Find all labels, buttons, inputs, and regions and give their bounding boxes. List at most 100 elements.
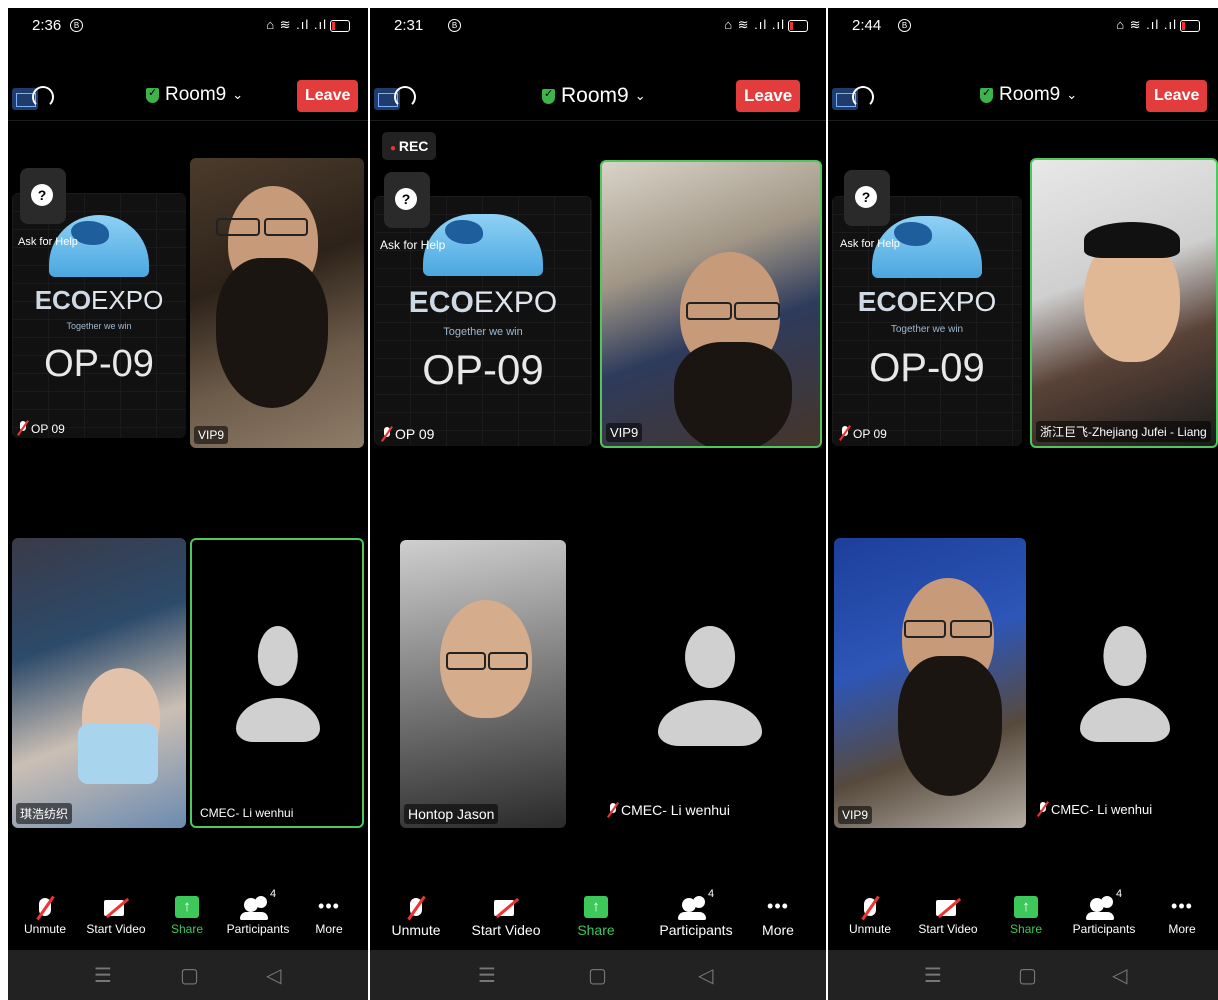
glasses — [686, 302, 732, 320]
menu-icon[interactable]: ☰ — [94, 963, 112, 988]
video-tile-hontop-jason[interactable]: Hontop Jason — [400, 540, 566, 828]
op-code: OP-09 — [422, 346, 544, 393]
participants-count: 4 — [270, 888, 277, 900]
menu-icon[interactable]: ☰ — [478, 963, 496, 988]
status-bar: 2:44 B ⌂ ≋ .ıl .ıl — [828, 8, 1218, 48]
camera-off-icon — [466, 888, 546, 920]
home-icon[interactable]: ▢ — [180, 963, 199, 988]
room-selector[interactable]: Room9 ⌄ — [980, 84, 1077, 106]
participants-button[interactable]: 4 Participants — [218, 888, 298, 936]
start-video-label: Start Video — [86, 922, 146, 936]
ask-help-button[interactable]: ? — [384, 172, 430, 228]
mic-muted-icon — [18, 421, 28, 435]
avatar-placeholder-icon — [658, 626, 762, 746]
question-icon: ? — [395, 188, 417, 210]
battery-icon — [1180, 19, 1200, 32]
participants-icon: 4 — [218, 888, 298, 920]
video-tile-op09[interactable]: ECOEXPO Together we win OP-09 OP 09 — [374, 196, 592, 446]
participant-label: OP 09 — [395, 426, 435, 442]
question-icon: ? — [31, 184, 53, 206]
clock: 2:44 — [852, 17, 882, 34]
more-button[interactable]: More — [1142, 888, 1218, 936]
share-button[interactable]: Share — [986, 888, 1066, 936]
more-label: More — [762, 922, 794, 938]
slogan: Together we win — [890, 324, 964, 335]
unmute-button[interactable]: Unmute — [8, 888, 85, 936]
start-video-button[interactable]: Start Video — [76, 888, 156, 936]
headset-icon[interactable] — [32, 86, 54, 108]
divider — [8, 120, 368, 121]
chevron-down-icon: ⌄ — [232, 87, 244, 102]
more-label: More — [1168, 922, 1196, 936]
headset-icon[interactable] — [852, 86, 874, 108]
video-tile-li-wenhui[interactable]: CMEC- Li wenhui — [1030, 538, 1218, 828]
video-tile-vip9[interactable]: VIP9 — [834, 538, 1026, 828]
video-tile-op09[interactable]: ECOEXPO Together we win OP-09 OP 09 — [12, 193, 186, 438]
share-button[interactable]: Share — [147, 888, 227, 936]
video-tile-li-wenhui[interactable]: CMEC- Li wenhui — [190, 538, 364, 828]
video-tile-jufei-liang[interactable]: 浙江巨飞-Zhejiang Jufei - Liang — [1030, 158, 1218, 448]
share-button[interactable]: Share — [556, 888, 636, 938]
more-button[interactable]: More — [289, 888, 368, 936]
unmute-button[interactable]: Unmute — [830, 888, 910, 936]
participant-label: 琪浩纺织 — [16, 803, 73, 824]
meeting-toolbar: Unmute Start Video Share 4 Participants M… — [370, 888, 826, 958]
start-video-label: Start Video — [471, 922, 541, 938]
glasses — [904, 620, 946, 638]
system-status-icons: ⌂ ≋ .ıl .ıl — [266, 17, 350, 33]
beard — [674, 342, 792, 446]
meeting-top-bar: Room9 ⌄ Leave — [370, 70, 826, 120]
back-icon[interactable]: ◁ — [698, 963, 713, 988]
avatar-body — [1080, 697, 1170, 742]
brand-left: ECO — [857, 286, 919, 317]
room-selector[interactable]: Room9 ⌄ — [542, 84, 646, 108]
leave-button[interactable]: Leave — [736, 80, 801, 112]
op-code: OP-09 — [44, 343, 154, 385]
status-bar: 2:36 B ⌂ ≋ .ıl .ıl — [8, 8, 368, 48]
unmute-button[interactable]: Unmute — [376, 888, 456, 938]
ask-help-button[interactable]: ? — [844, 170, 890, 226]
back-icon[interactable]: ◁ — [266, 963, 281, 988]
video-tile-op09[interactable]: ECOEXPO Together we win OP-09 OP 09 — [832, 196, 1022, 446]
system-status-icons: ⌂ ≋ .ıl .ıl — [1116, 17, 1200, 33]
face-mask — [78, 724, 158, 784]
video-tile-vip9[interactable]: VIP9 — [190, 158, 364, 448]
participants-button[interactable]: 4 Participants — [1064, 888, 1144, 936]
menu-icon[interactable]: ☰ — [924, 963, 942, 988]
participants-button[interactable]: 4 Participants — [646, 888, 746, 938]
shield-icon — [542, 87, 555, 104]
room-name: Room9 — [165, 84, 227, 105]
shield-icon — [980, 86, 993, 103]
home-icon[interactable]: ▢ — [588, 963, 607, 988]
start-video-label: Start Video — [918, 922, 978, 936]
start-video-button[interactable]: Start Video — [466, 888, 546, 938]
leave-button[interactable]: Leave — [297, 80, 359, 112]
ask-help-button[interactable]: ? — [20, 168, 66, 224]
avatar-head — [1103, 626, 1147, 687]
mic-muted-icon — [608, 803, 618, 817]
video-tile-qihao[interactable]: 琪浩纺织 — [12, 538, 186, 828]
leave-button[interactable]: Leave — [1146, 80, 1208, 112]
video-tile-li-wenhui[interactable]: CMEC- Li wenhui — [600, 540, 822, 828]
room-selector[interactable]: Room9 ⌄ — [146, 84, 243, 106]
participant-label: CMEC- Li wenhui — [621, 802, 730, 818]
back-icon[interactable]: ◁ — [1112, 963, 1127, 988]
video-tile-vip9[interactable]: VIP9 — [600, 160, 822, 448]
home-icon[interactable]: ▢ — [1018, 963, 1037, 988]
participant-label: VIP9 — [194, 426, 229, 444]
ecoexpo-logo-text: ECOEXPO — [12, 285, 186, 316]
android-nav-bar: ☰ ▢ ◁ — [370, 950, 826, 1000]
room-name: Room9 — [561, 84, 629, 107]
beard — [216, 258, 328, 408]
headset-icon[interactable] — [394, 86, 416, 108]
notification-icon: B — [70, 19, 83, 32]
hair — [1084, 222, 1180, 258]
participants-count: 4 — [1116, 888, 1123, 900]
divider — [828, 120, 1218, 121]
more-button[interactable]: More — [738, 888, 818, 938]
brand-left: ECO — [34, 285, 92, 315]
start-video-button[interactable]: Start Video — [908, 888, 988, 936]
participant-label: Hontop Jason — [404, 804, 499, 824]
mic-off-icon — [8, 888, 85, 920]
question-icon: ? — [855, 186, 877, 208]
